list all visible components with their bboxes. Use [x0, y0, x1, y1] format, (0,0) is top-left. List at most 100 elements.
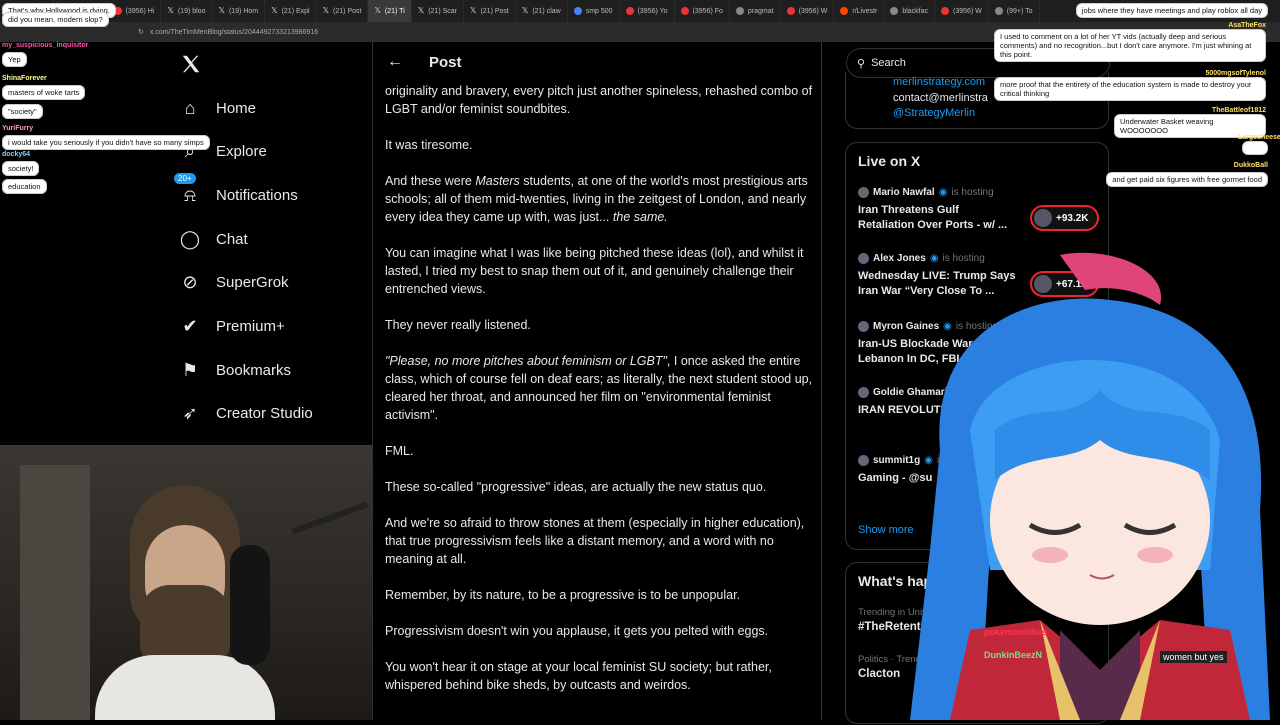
host-avatar	[858, 387, 869, 398]
streamer-webcam	[0, 445, 372, 720]
grok-icon: ⊘	[182, 272, 198, 293]
chat-message: YuriFurry i would take you seriously if y…	[2, 125, 210, 150]
browser-tab[interactable]: (3956) W	[935, 0, 989, 22]
hosting-label: is hosting	[951, 187, 994, 198]
chat-text: masters of woke tarts	[2, 85, 86, 100]
browser-tab-label: (19) Hom	[228, 7, 259, 15]
mic-arm	[291, 501, 369, 535]
chat-username: ShinaForever	[2, 75, 47, 82]
post-paragraph: You won't hear it on stage at your local…	[385, 660, 772, 692]
youtube-icon	[786, 7, 795, 15]
nav-item-creator-studio[interactable]: ➶ Creator Studio	[180, 399, 370, 429]
live-title: Iran Threatens Gulf Retaliation Over Por…	[858, 204, 1008, 231]
x-logo-icon[interactable]	[180, 53, 202, 80]
browser-tab[interactable]: pragmat	[730, 0, 781, 22]
chat-username: DukkoBall	[1233, 162, 1268, 169]
browser-tab[interactable]: 𝕏 (21) Expl	[265, 0, 317, 22]
verified-icon: ◉	[938, 187, 948, 198]
overlay-chat-message: women but yes	[1160, 651, 1227, 663]
nav-item-notifications[interactable]: ⍾ 20+ Notifications	[174, 173, 370, 210]
search-placeholder: Search	[871, 57, 906, 69]
google-icon	[573, 7, 582, 15]
url-text: x.com/TheTimMenBlog/status/2044492733213…	[149, 28, 319, 36]
listener-count-label: +93.2K	[1056, 212, 1089, 224]
browser-tab[interactable]: 𝕏 (21) claw	[516, 0, 568, 22]
chat-message: jobs where they have meetings and play r…	[1058, 0, 1268, 18]
browser-tab-label: smp 500	[585, 7, 613, 15]
contact-handle-link[interactable]: @StrategyMerlin	[893, 107, 975, 119]
browser-tab[interactable]: (99+) To	[989, 0, 1040, 22]
nav-item-label: Premium+	[216, 318, 285, 335]
chat-text: I used to comment on a lot of her YT vid…	[994, 29, 1266, 62]
browser-tab[interactable]: 𝕏 (19) bloo	[161, 0, 213, 22]
browser-tab-label: (99+) To	[1006, 7, 1033, 15]
reddit-icon	[840, 7, 849, 15]
chat-text: jobs where they have meetings and play r…	[1075, 3, 1268, 18]
contact-website-link[interactable]: merlinstrategy.com	[893, 76, 985, 88]
notification-badge: 20+	[174, 173, 196, 185]
back-arrow-icon[interactable]: ←	[387, 53, 403, 71]
nav-item-label: Home	[216, 99, 257, 117]
browser-tab[interactable]: (3956) Yo	[620, 0, 675, 22]
overlay-chat-user: DunkinBeezN	[984, 650, 1043, 660]
reload-icon[interactable]: ↻	[138, 28, 144, 36]
nav-item-label: Chat	[216, 230, 248, 248]
browser-tab[interactable]: (3956) Fo	[675, 0, 730, 22]
chat-message: Largecheeseslop	[1238, 134, 1280, 160]
chat-message: ShinaForever masters of woke tarts	[2, 75, 86, 100]
browser-tab[interactable]: 𝕏 (19) Hom	[212, 0, 266, 22]
browser-tab-label: (3956) Yo	[637, 7, 668, 15]
chat-username: 5000mgsofTylenol	[1205, 70, 1266, 77]
chat-message: docky64 society!	[2, 151, 40, 176]
chat-text: more proof that the entirety of the educ…	[994, 77, 1266, 101]
chat-username: Largecheeseslop	[1238, 134, 1280, 141]
chat-message: DukkoBall and get paid six figures with f…	[1100, 162, 1268, 187]
chat-username: my_suspicious_inquisitor	[2, 42, 89, 49]
post-paragraph: "Please, no more pitches about feminism …	[385, 354, 813, 422]
webcam-door-frame	[20, 465, 90, 720]
show-more-link[interactable]: Show more	[858, 524, 914, 536]
post-column: ← Post originality and bravery, every pi…	[372, 42, 822, 720]
post-paragraph: Progressivism doesn't win you applause, …	[385, 624, 769, 638]
browser-tab[interactable]: 𝕏 (21) Post	[317, 0, 369, 22]
nav-item-chat[interactable]: ◯ Chat	[180, 224, 370, 254]
post-body: originality and bravery, every pitch jus…	[385, 82, 813, 712]
browser-tab-label: (21) Ti	[384, 7, 405, 15]
browser-tab-label: (3956) Hi	[125, 7, 155, 15]
chat-text: "society"	[2, 104, 43, 119]
nav-item-premium-[interactable]: ✔ Premium+	[180, 312, 370, 342]
browser-tab[interactable]: r/Livestr	[834, 0, 885, 22]
post-paragraph: It was tiresome.	[385, 138, 473, 152]
x-icon: 𝕏	[322, 6, 330, 15]
nav-item-bookmarks[interactable]: ⚑ Bookmarks	[180, 355, 370, 385]
rocket-icon: ➶	[182, 403, 198, 424]
home-icon: ⌂	[184, 97, 196, 118]
x-icon: 𝕏	[374, 6, 381, 15]
browser-tab-label: (3956) W	[798, 7, 828, 15]
chat-text: i would take you seriously if you didn't…	[2, 135, 210, 150]
contact-email: contact@merlinstra	[893, 92, 988, 104]
browser-tab-label: (21) Expl	[281, 7, 310, 15]
site-icon	[890, 7, 899, 15]
browser-tab[interactable]: smp 500	[568, 0, 620, 22]
browser-tab[interactable]: 𝕏 (21) Scar	[412, 0, 464, 22]
live-item[interactable]: Mario Nawfal ◉ is hosting Iran Threatens Gu…	[858, 187, 1099, 233]
nav-item-label: Creator Studio	[216, 405, 313, 423]
vtuber-avatar	[910, 250, 1280, 720]
nav-item-label: Notifications	[216, 186, 298, 204]
browser-tab[interactable]: 𝕏 (21) Post	[464, 0, 516, 22]
post-paragraph: originality and bravery, every pitch jus…	[385, 84, 813, 116]
x-icon: 𝕏	[417, 6, 425, 15]
browser-tab-label: (3956) Fo	[692, 7, 723, 15]
browser-tab-label: (19) bloo	[177, 7, 206, 15]
nav-item-supergrok[interactable]: ⊘ SuperGrok	[180, 268, 370, 298]
browser-tab[interactable]: (3956) W	[781, 0, 835, 22]
chat-username: docky64	[2, 151, 31, 158]
browser-tab[interactable]: 𝕏 (21) Ti	[368, 0, 412, 22]
live-listener-count[interactable]: +93.2K	[1030, 205, 1099, 231]
post-header-title: Post	[429, 53, 462, 71]
nav-item-home[interactable]: ⌂ Home	[180, 93, 370, 123]
overlay-chat-user: pokemonnikes	[984, 627, 1048, 637]
browser-tab[interactable]: blackfac	[884, 0, 935, 22]
chat-message: 5000mgsofTylenol more proof that the enti…	[994, 70, 1266, 101]
